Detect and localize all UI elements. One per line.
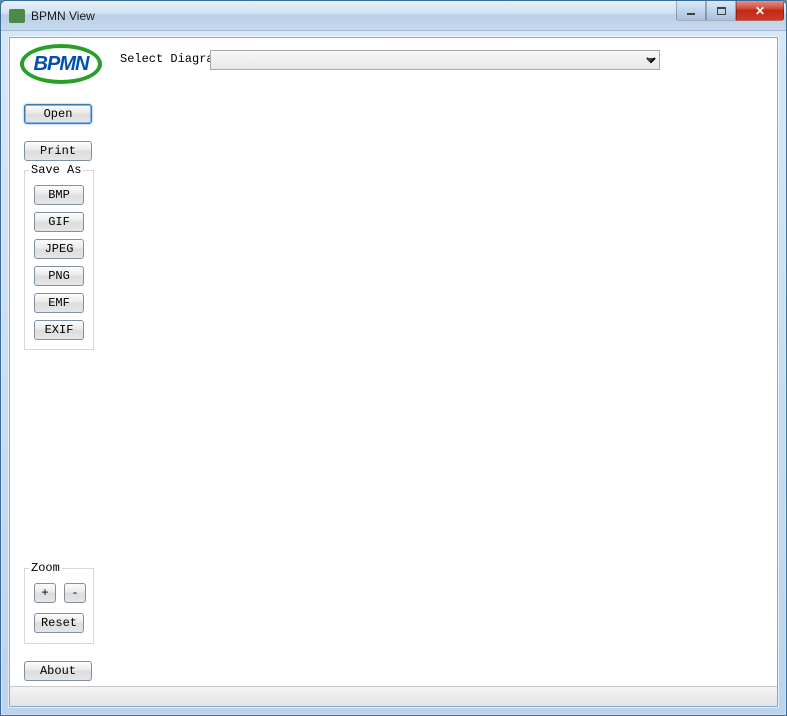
- save-as-group: Save As BMP GIF JPEG PNG EMF EXIF: [24, 170, 94, 350]
- titlebar: BPMN View ✕: [1, 1, 786, 31]
- app-window: BPMN View ✕ BPMN Select Diagram Open Pri…: [0, 0, 787, 716]
- minimize-icon: [687, 13, 695, 15]
- statusbar: [10, 686, 777, 706]
- select-diagram-label: Select Diagram: [120, 52, 221, 66]
- minimize-button[interactable]: [676, 1, 706, 21]
- window-controls: ✕: [676, 1, 784, 21]
- save-gif-button[interactable]: GIF: [34, 212, 84, 232]
- save-jpeg-button[interactable]: JPEG: [34, 239, 84, 259]
- save-png-button[interactable]: PNG: [34, 266, 84, 286]
- logo-text: BPMN: [34, 53, 89, 76]
- select-diagram-wrapper: [210, 50, 660, 70]
- print-button[interactable]: Print: [24, 141, 92, 161]
- app-icon: [9, 9, 25, 23]
- save-bmp-button[interactable]: BMP: [34, 185, 84, 205]
- save-as-title: Save As: [29, 163, 83, 177]
- zoom-title: Zoom: [29, 561, 62, 575]
- client-area: BPMN Select Diagram Open Print Save As B…: [9, 37, 778, 707]
- save-exif-button[interactable]: EXIF: [34, 320, 84, 340]
- close-button[interactable]: ✕: [736, 1, 784, 21]
- select-diagram-dropdown[interactable]: [210, 50, 660, 70]
- zoom-in-button[interactable]: +: [34, 583, 56, 603]
- open-button[interactable]: Open: [24, 104, 92, 124]
- content: BPMN Select Diagram Open Print Save As B…: [10, 38, 777, 706]
- about-button[interactable]: About: [24, 661, 92, 681]
- bpmn-logo: BPMN: [20, 44, 102, 84]
- maximize-button[interactable]: [706, 1, 736, 21]
- zoom-reset-button[interactable]: Reset: [34, 613, 84, 633]
- save-emf-button[interactable]: EMF: [34, 293, 84, 313]
- zoom-group: Zoom + - Reset: [24, 568, 94, 644]
- window-title: BPMN View: [31, 9, 782, 23]
- zoom-out-button[interactable]: -: [64, 583, 86, 603]
- maximize-icon: [717, 7, 726, 15]
- close-icon: ✕: [755, 4, 765, 18]
